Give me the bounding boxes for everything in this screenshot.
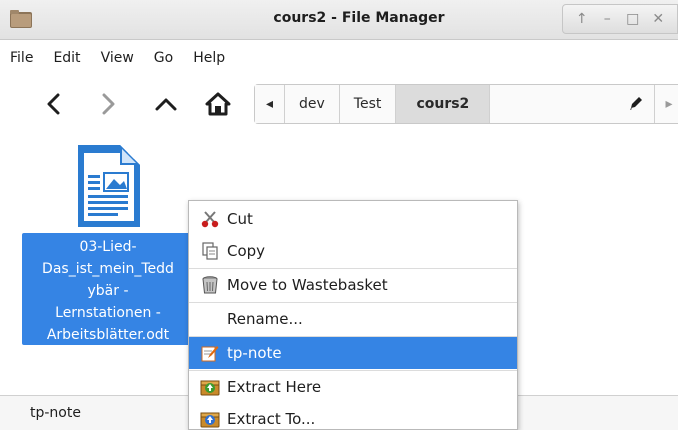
archive-extract-to-icon [200,412,220,428]
menu-item-rename[interactable]: Rename... [189,303,517,335]
pencil-icon[interactable] [628,95,644,111]
menu-item-label: Extract Here [227,378,322,396]
menu-edit[interactable]: Edit [53,50,80,66]
file-name-line: Arbeitsblätter.odt [46,327,170,343]
menu-item-tp-note[interactable]: tp-note [189,337,517,369]
path-segment-test[interactable]: Test [339,85,397,123]
menu-item-cut[interactable]: Cut [189,203,517,235]
chevron-left-icon [47,93,60,115]
path-empty-area[interactable] [490,85,655,123]
chevron-right-icon [102,93,115,115]
status-text: tp-note [30,405,81,421]
scissors-icon [201,211,219,228]
home-icon [205,92,231,116]
title-bar: cours2 - File Manager ↑ – □ ✕ [0,0,678,40]
menu-item-extract-here[interactable]: Extract Here [189,371,517,403]
menu-item-move-to-wastebasket[interactable]: Move to Wastebasket [189,269,517,301]
window-controls: ↑ – □ ✕ [562,4,678,34]
menu-item-label: tp-note [227,344,282,362]
menu-item-label: Move to Wastebasket [227,276,388,294]
file-name-line: Lernstationen - [55,305,161,321]
shade-button[interactable]: ↑ [572,11,592,27]
up-button[interactable] [148,86,184,122]
minimize-button[interactable]: – [597,11,617,27]
context-menu: Cut Copy Move to Wastebasket Rename... t… [188,200,518,430]
back-button[interactable] [36,86,72,122]
writer-document-icon[interactable] [74,143,144,229]
menu-item-copy[interactable]: Copy [189,235,517,267]
menu-item-label: Extract To... [227,410,316,428]
path-segment-dev[interactable]: dev [285,85,340,123]
path-bar: ◂ dev Test cours2 ▸ [254,84,678,124]
menu-item-label: Cut [227,210,253,228]
path-scroll-left[interactable]: ◂ [255,85,285,123]
copy-icon [202,242,218,260]
chevron-up-icon [155,98,177,111]
forward-button[interactable] [90,86,126,122]
menu-view[interactable]: View [101,50,134,66]
menu-go[interactable]: Go [154,50,173,66]
maximize-button[interactable]: □ [623,11,643,27]
archive-extract-icon [200,380,220,396]
file-name-line: Das_ist_mein_Tedd [42,261,174,277]
file-name-label[interactable]: 03-Lied- Das_ist_mein_Tedd ybär - Lernst… [22,233,194,345]
home-button[interactable] [200,86,236,122]
menu-bar: File Edit View Go Help [0,41,678,75]
trash-icon [202,276,218,294]
toolbar: ◂ dev Test cours2 ▸ [0,76,678,132]
close-button[interactable]: ✕ [648,11,668,27]
path-scroll-right[interactable]: ▸ [655,85,678,123]
file-name-line: 03-Lied- [79,239,137,255]
menu-help[interactable]: Help [193,50,225,66]
path-segment-current[interactable]: cours2 [396,85,491,123]
menu-item-label: Copy [227,242,266,260]
file-name-line: ybär - [87,283,129,299]
menu-item-extract-to[interactable]: Extract To... [189,403,517,430]
menu-file[interactable]: File [10,50,33,66]
menu-item-label: Rename... [227,310,303,328]
edit-note-icon [201,346,219,362]
